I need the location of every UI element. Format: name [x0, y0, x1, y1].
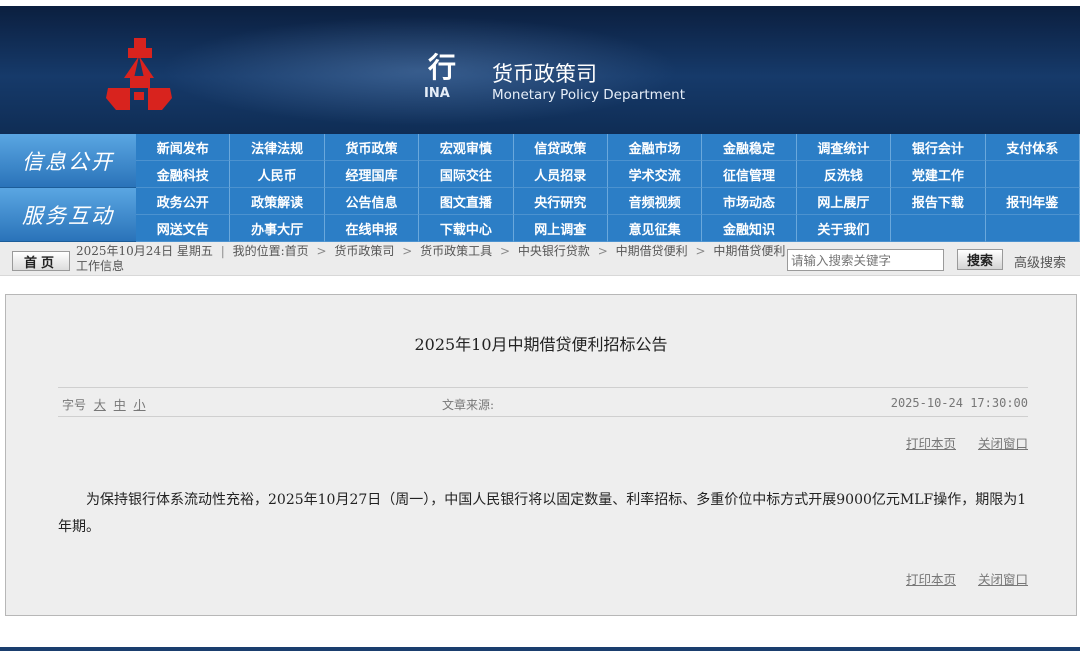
nav-item	[985, 215, 1080, 242]
font-medium-link[interactable]: 中	[114, 398, 126, 412]
nav-item[interactable]: 金融科技	[136, 161, 231, 188]
font-size-control: 字号 大 中 小	[62, 396, 146, 413]
font-size-label: 字号	[62, 398, 87, 412]
nav-item[interactable]: 网上展厅	[796, 188, 892, 215]
nav-item[interactable]: 关于我们	[796, 215, 892, 242]
breadcrumb-item[interactable]: 中央银行贷款	[518, 244, 590, 258]
separator: >	[499, 244, 511, 258]
article-title: 2025年10月中期借贷便利招标公告	[414, 335, 668, 354]
separator: >	[695, 244, 706, 258]
nav-row-4: 网送文告 办事大厅 在线申报 下载中心 网上调查 意见征集 金融知识 关于我们	[136, 215, 1080, 242]
separator: |	[220, 244, 225, 258]
current-date: 2025年10月24日 星期五	[76, 244, 213, 258]
nav-item[interactable]: 意见征集	[607, 215, 703, 242]
header-banner: 行 INA 货币政策司 Monetary Policy Department	[0, 6, 1080, 134]
article-datetime: 2025-10-24 17:30:00	[890, 396, 1028, 410]
close-window-link[interactable]: 关闭窗口	[978, 572, 1028, 587]
nav-item[interactable]: 金融稳定	[702, 134, 797, 161]
location-bar: 首页 2025年10月24日 星期五 | 我的位置:首页 > 货币政策司 > 货…	[0, 242, 1080, 276]
print-page-link[interactable]: 打印本页	[906, 572, 956, 587]
nav-row-3: 政务公开 政策解读 公告信息 图文直播 央行研究 音频视频 市场动态 网上展厅 报告下载 报刊年鉴	[136, 188, 1080, 215]
nav-item[interactable]: 公告信息	[324, 188, 420, 215]
nav-item[interactable]: 报告下载	[891, 188, 986, 215]
breadcrumb-home[interactable]: 首页	[285, 244, 309, 258]
nav-item[interactable]: 政策解读	[230, 188, 325, 215]
nav-item	[985, 161, 1080, 188]
article-body: 为保持银行体系流动性充裕，2025年10月27日（周一），中国人民银行将以固定数…	[58, 492, 1027, 535]
nav-item[interactable]: 新闻发布	[136, 134, 231, 161]
nav-item[interactable]: 支付体系	[985, 134, 1080, 161]
nav-item[interactable]: 学术交流	[607, 161, 703, 188]
advanced-search-link[interactable]: 高级搜索	[1014, 252, 1066, 271]
nav-item[interactable]: 党建工作	[891, 161, 986, 188]
nav-item[interactable]: 货币政策	[324, 134, 420, 161]
nav-item[interactable]: 金融知识	[702, 215, 797, 242]
banner-glow	[160, 16, 680, 126]
nav-item[interactable]: 金融市场	[607, 134, 703, 161]
separator: >	[597, 244, 608, 258]
nav-item[interactable]: 银行会计	[891, 134, 986, 161]
nav-section-label-service: 服务互动	[0, 188, 136, 242]
nav-item[interactable]: 报刊年鉴	[985, 188, 1080, 215]
nav-item[interactable]: 网上调查	[513, 215, 608, 242]
nav-section-label-info: 信息公开	[0, 134, 136, 188]
breadcrumb: 2025年10月24日 星期五 | 我的位置:首页 > 货币政策司 > 货币政策…	[76, 244, 788, 274]
main-navigation: 信息公开 服务互动 新闻发布 法律法规 货币政策 宏观审慎 信贷政策 金融市场 金融稳定 调查…	[0, 134, 1080, 242]
article-meta: 字号 大 中 小 文章来源: 2025-10-24 17:30:00	[58, 387, 1028, 417]
nav-item[interactable]: 下载中心	[419, 215, 514, 242]
nav-item[interactable]: 在线申报	[324, 215, 420, 242]
nav-item[interactable]: 央行研究	[513, 188, 608, 215]
nav-row-1: 新闻发布 法律法规 货币政策 宏观审慎 信贷政策 金融市场 金融稳定 调查统计 银行会计 支付体系	[136, 134, 1080, 161]
department-title-cn: 货币政策司	[492, 62, 597, 86]
nav-item[interactable]: 音频视频	[607, 188, 703, 215]
nav-item[interactable]: 办事大厅	[230, 215, 325, 242]
separator: >	[402, 244, 413, 258]
nav-item[interactable]: 宏观审慎	[419, 134, 514, 161]
article-actions-top: 打印本页 关闭窗口	[888, 433, 1028, 452]
breadcrumb-item[interactable]: 货币政策司	[334, 244, 394, 258]
nav-item[interactable]: 法律法规	[230, 134, 325, 161]
nav-item	[891, 215, 986, 242]
nav-item[interactable]: 征信管理	[702, 161, 797, 188]
nav-item[interactable]: 人民币	[230, 161, 325, 188]
font-large-link[interactable]: 大	[94, 398, 106, 412]
search-button[interactable]: 搜索	[957, 249, 1003, 270]
nav-item[interactable]: 调查统计	[796, 134, 892, 161]
nav-item[interactable]: 市场动态	[702, 188, 797, 215]
nav-item[interactable]: 网送文告	[136, 215, 231, 242]
close-window-link[interactable]: 关闭窗口	[978, 436, 1028, 451]
footer-line	[0, 647, 1080, 651]
article-source: 文章来源:	[442, 398, 495, 412]
font-small-link[interactable]: 小	[134, 398, 146, 412]
nav-item[interactable]: 经理国库	[324, 161, 420, 188]
nav-row-2: 金融科技 人民币 经理国库 国际交往 人员招录 学术交流 征信管理 反洗钱 党建工作	[136, 161, 1080, 188]
article-actions-bottom: 打印本页 关闭窗口	[888, 569, 1028, 588]
bank-name-char: 行	[428, 51, 457, 84]
nav-item[interactable]: 人员招录	[513, 161, 608, 188]
pboc-logo-icon	[106, 38, 172, 110]
separator: >	[316, 244, 327, 258]
department-title-en: Monetary Policy Department	[492, 87, 685, 103]
search-input[interactable]	[787, 249, 944, 271]
nav-item[interactable]: 图文直播	[419, 188, 514, 215]
location-label: 我的位置:	[232, 244, 285, 258]
breadcrumb-item[interactable]: 中期借贷便利	[616, 244, 688, 258]
bank-name-en: INA	[424, 86, 450, 101]
breadcrumb-item[interactable]: 货币政策工具	[420, 244, 492, 258]
nav-item[interactable]: 国际交往	[419, 161, 514, 188]
print-page-link[interactable]: 打印本页	[906, 436, 956, 451]
article-panel: 2025年10月中期借贷便利招标公告 字号 大 中 小 文章来源: 2025-1…	[5, 294, 1077, 616]
nav-item[interactable]: 政务公开	[136, 188, 231, 215]
home-button[interactable]: 首页	[12, 251, 70, 271]
nav-item[interactable]: 反洗钱	[796, 161, 892, 188]
nav-item[interactable]: 信贷政策	[513, 134, 608, 161]
